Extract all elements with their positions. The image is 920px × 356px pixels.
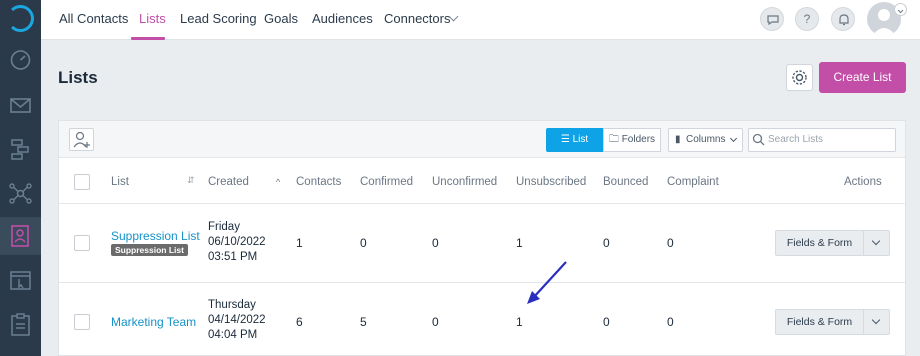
- help-icon: ?: [803, 12, 811, 26]
- site-tracking-icon[interactable]: [8, 268, 33, 293]
- add-user-icon: [73, 131, 90, 148]
- select-all-checkbox[interactable]: [74, 174, 90, 190]
- columns-icon: ▮: [675, 134, 681, 145]
- unconfirmed-count: 0: [432, 236, 439, 250]
- top-navigation: All Contacts Lists Lead Scoring Goals Au…: [41, 0, 920, 40]
- help-button[interactable]: ?: [795, 7, 819, 31]
- clipboard-icon[interactable]: [8, 312, 33, 337]
- active-tab-indicator: [131, 37, 165, 40]
- fields-and-form-button[interactable]: Fields & Form: [775, 230, 864, 256]
- bell-icon: [839, 14, 849, 26]
- bounced-count: 0: [603, 236, 610, 250]
- unsubscribed-count: 1: [516, 236, 523, 250]
- network-icon[interactable]: [8, 181, 33, 206]
- created-date: Thursday 04/14/2022 04:04 PM: [208, 299, 266, 341]
- unconfirmed-count: 0: [432, 315, 439, 329]
- avatar-menu-chevron-icon[interactable]: [894, 3, 907, 16]
- suppression-badge: Suppression List: [111, 244, 188, 256]
- tab-lists[interactable]: Lists: [139, 11, 166, 26]
- chat-icon: [767, 15, 779, 26]
- table-toolbar: ☰ List 🗀 Folders ▮ Columns Search Lists: [59, 121, 905, 158]
- contacts-count: 6: [296, 315, 303, 329]
- tab-goals[interactable]: Goals: [264, 11, 298, 26]
- row-checkbox[interactable]: [74, 235, 90, 251]
- search-input[interactable]: Search Lists: [748, 128, 896, 152]
- page-title: Lists: [58, 68, 98, 87]
- confirmed-count: 5: [360, 315, 367, 329]
- view-folders-button[interactable]: 🗀 Folders: [603, 128, 661, 152]
- tab-audiences[interactable]: Audiences: [312, 11, 373, 26]
- create-list-button[interactable]: Create List: [819, 62, 906, 93]
- complaint-count: 0: [667, 315, 674, 329]
- row-actions-dropdown[interactable]: [864, 309, 890, 335]
- automation-flow-icon[interactable]: [8, 137, 33, 162]
- row-checkbox[interactable]: [74, 314, 90, 330]
- speedometer-icon[interactable]: [8, 47, 33, 72]
- notifications-button[interactable]: [831, 7, 855, 31]
- left-sidebar: [0, 0, 41, 356]
- fields-and-form-button[interactable]: Fields & Form: [775, 309, 864, 335]
- column-header-list[interactable]: List: [111, 176, 129, 188]
- column-header-unconfirmed[interactable]: Unconfirmed: [432, 176, 497, 188]
- bounced-count: 0: [603, 315, 610, 329]
- columns-dropdown[interactable]: ▮ Columns: [668, 128, 743, 152]
- annotation-arrow-icon: [527, 261, 567, 304]
- sort-icon[interactable]: ⇵: [187, 175, 195, 186]
- created-date: Friday 06/10/2022 03:51 PM: [208, 221, 266, 263]
- complaint-count: 0: [667, 236, 674, 250]
- view-list-button[interactable]: ☰ List: [546, 128, 603, 152]
- tab-lead-scoring[interactable]: Lead Scoring: [180, 11, 257, 26]
- add-contact-button[interactable]: [69, 128, 94, 151]
- gear-icon: [792, 70, 807, 85]
- column-header-complaint[interactable]: Complaint: [667, 176, 719, 188]
- contacts-count: 1: [296, 236, 303, 250]
- chevron-down-icon: [729, 134, 738, 143]
- column-header-created[interactable]: Created: [208, 176, 249, 188]
- row-divider: [59, 282, 905, 283]
- column-header-unsubscribed[interactable]: Unsubscribed: [516, 176, 586, 188]
- chat-button[interactable]: [760, 7, 784, 31]
- contacts-icon[interactable]: [8, 223, 33, 248]
- tab-connectors[interactable]: Connectors: [384, 11, 450, 26]
- settings-button[interactable]: [786, 64, 813, 91]
- list-name-link[interactable]: Suppression List: [111, 229, 200, 243]
- list-view-icon: ☰: [560, 134, 570, 145]
- row-divider: [59, 203, 905, 204]
- row-actions-dropdown[interactable]: [864, 230, 890, 256]
- tab-all-contacts[interactable]: All Contacts: [59, 11, 128, 26]
- column-header-bounced[interactable]: Bounced: [603, 176, 648, 188]
- lists-table-card: ☰ List 🗀 Folders ▮ Columns Search Lists …: [58, 120, 906, 356]
- search-icon: [752, 133, 765, 146]
- unsubscribed-count: 1: [516, 315, 523, 329]
- column-header-actions: Actions: [844, 176, 882, 188]
- folder-icon: 🗀: [608, 134, 619, 145]
- confirmed-count: 0: [360, 236, 367, 250]
- app-logo[interactable]: [7, 5, 34, 32]
- sort-ascending-icon[interactable]: ^: [276, 177, 280, 187]
- column-header-contacts[interactable]: Contacts: [296, 176, 341, 188]
- envelope-icon[interactable]: [8, 93, 33, 118]
- list-name-link[interactable]: Marketing Team: [111, 315, 196, 329]
- column-header-confirmed[interactable]: Confirmed: [360, 176, 413, 188]
